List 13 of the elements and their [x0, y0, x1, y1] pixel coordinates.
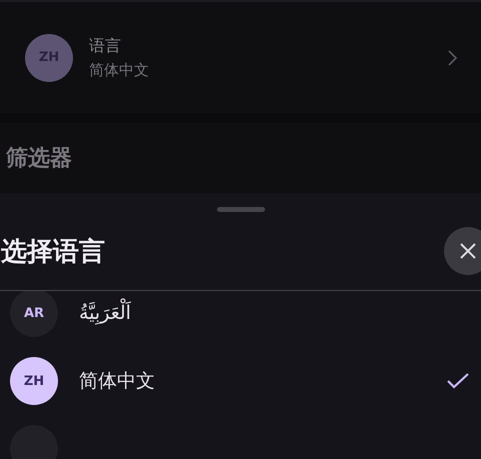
drag-handle[interactable]: [216, 207, 264, 212]
chevron-right-icon[interactable]: [448, 50, 457, 66]
section-title: 筛选器: [6, 145, 72, 173]
setting-value: 简体中文: [89, 60, 150, 80]
close-icon: [460, 243, 476, 259]
check-icon: [447, 373, 469, 389]
language-avatar: ZH: [10, 357, 58, 405]
close-button[interactable]: [444, 227, 481, 275]
language-name: 简体中文: [79, 369, 156, 394]
language-option[interactable]: ZH 简体中文: [0, 347, 481, 415]
sheet-title: 选择语言: [0, 236, 105, 268]
setting-label: 语言: [89, 36, 122, 56]
language-avatar: AR: [10, 291, 58, 337]
